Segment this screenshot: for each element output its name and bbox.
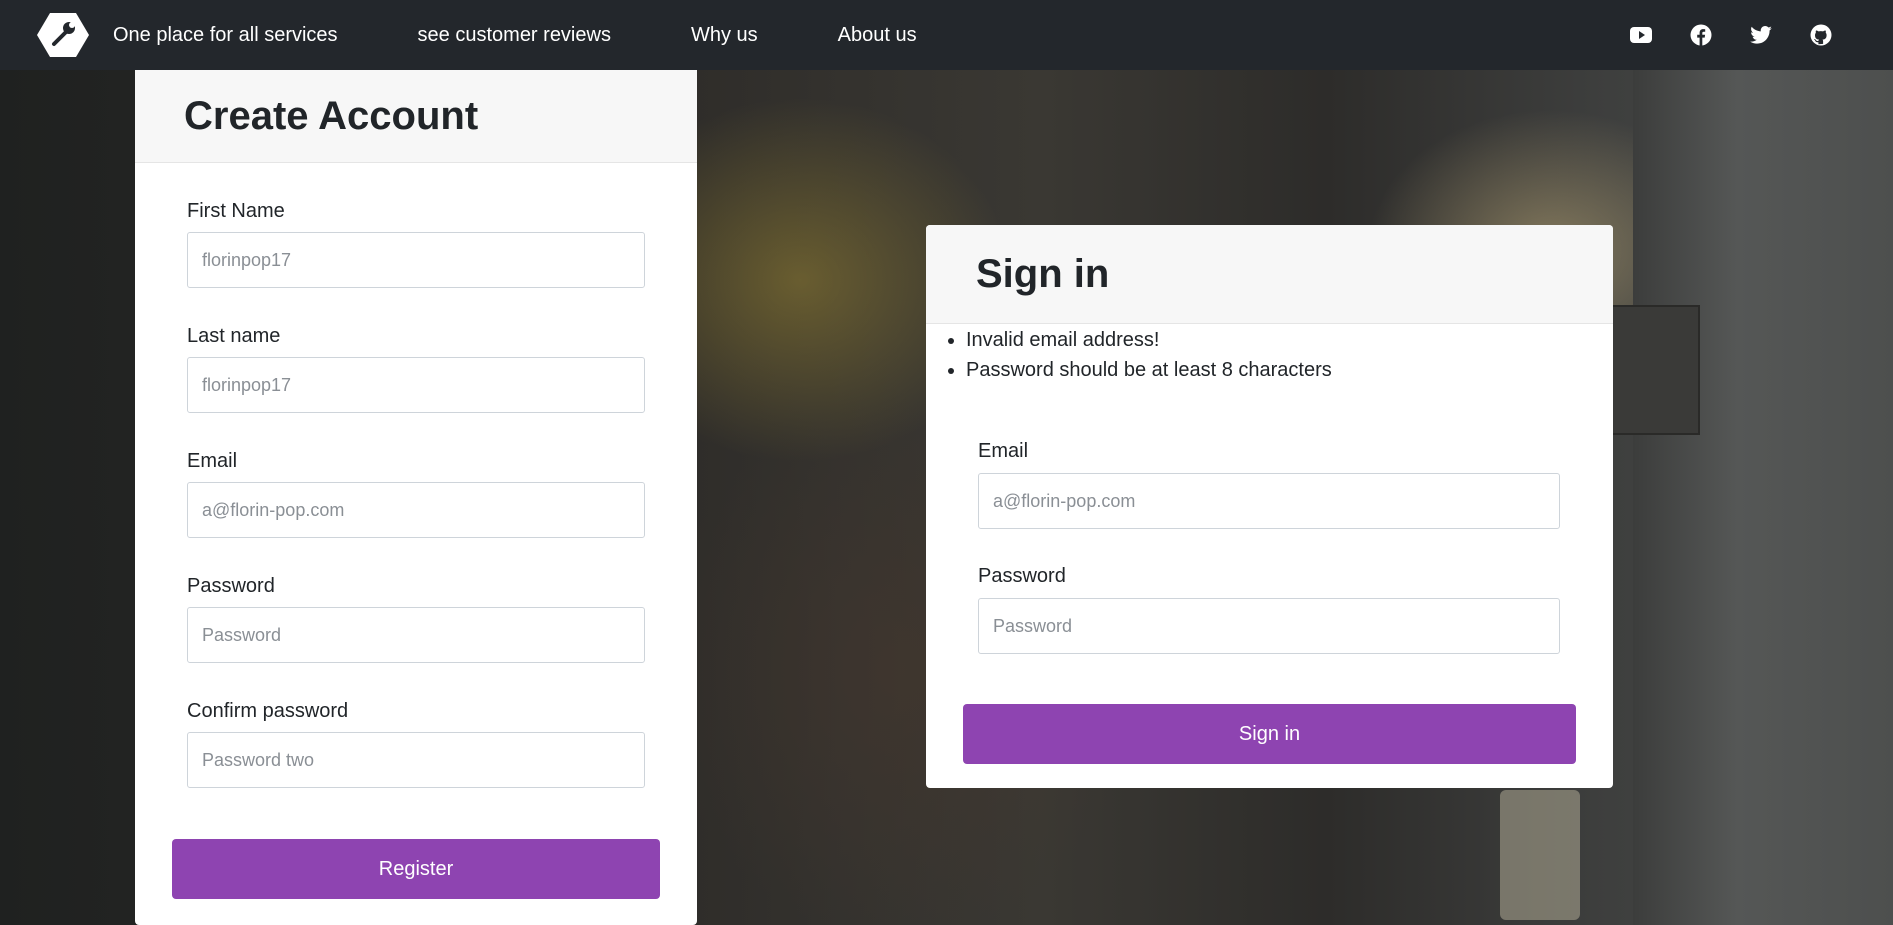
nav-links: One place for all services see customer … <box>113 0 997 70</box>
sign-in-email-label: Email <box>978 440 1029 462</box>
background-outlet <box>1500 790 1580 920</box>
error-invalid-email: Invalid email address! <box>966 328 1332 352</box>
brand-logo-icon[interactable] <box>36 11 90 59</box>
last-name-label: Last name <box>187 325 281 347</box>
sign-in-card: Sign in Invalid email address! Password … <box>926 225 1613 788</box>
register-button[interactable]: Register <box>172 839 660 899</box>
sign-in-email-input[interactable] <box>978 473 1560 529</box>
youtube-icon[interactable] <box>1629 23 1653 47</box>
nav-link-why-us[interactable]: Why us <box>691 24 758 47</box>
first-name-input[interactable] <box>187 232 645 288</box>
nav-link-services[interactable]: One place for all services <box>113 24 338 47</box>
sign-in-header: Sign in <box>926 225 1613 324</box>
sign-in-title: Sign in <box>976 251 1110 296</box>
background-electrical-box <box>1610 305 1700 435</box>
background-pillar <box>1633 70 1893 925</box>
first-name-label: First Name <box>187 200 285 222</box>
social-links <box>1593 0 1833 70</box>
register-email-input[interactable] <box>187 482 645 538</box>
register-email-label: Email <box>187 450 238 472</box>
navbar: One place for all services see customer … <box>0 0 1893 70</box>
nav-link-reviews[interactable]: see customer reviews <box>418 24 611 47</box>
last-name-input[interactable] <box>187 357 645 413</box>
sign-in-password-input[interactable] <box>978 598 1560 654</box>
register-password-label: Password <box>187 575 275 597</box>
confirm-password-label: Confirm password <box>187 700 349 722</box>
create-account-header: Create Account <box>135 70 697 163</box>
facebook-icon[interactable] <box>1689 23 1713 47</box>
nav-link-about-us[interactable]: About us <box>838 24 917 47</box>
create-account-title: Create Account <box>184 93 479 138</box>
error-list: Invalid email address! Password should b… <box>966 328 1332 388</box>
confirm-password-input[interactable] <box>187 732 645 788</box>
error-password-length: Password should be at least 8 characters <box>966 358 1332 382</box>
github-icon[interactable] <box>1809 23 1833 47</box>
twitter-icon[interactable] <box>1749 23 1773 47</box>
register-password-input[interactable] <box>187 607 645 663</box>
create-account-card: Create Account First Name Last name Emai… <box>135 70 697 925</box>
sign-in-password-label: Password <box>978 565 1066 587</box>
sign-in-button[interactable]: Sign in <box>963 704 1576 764</box>
